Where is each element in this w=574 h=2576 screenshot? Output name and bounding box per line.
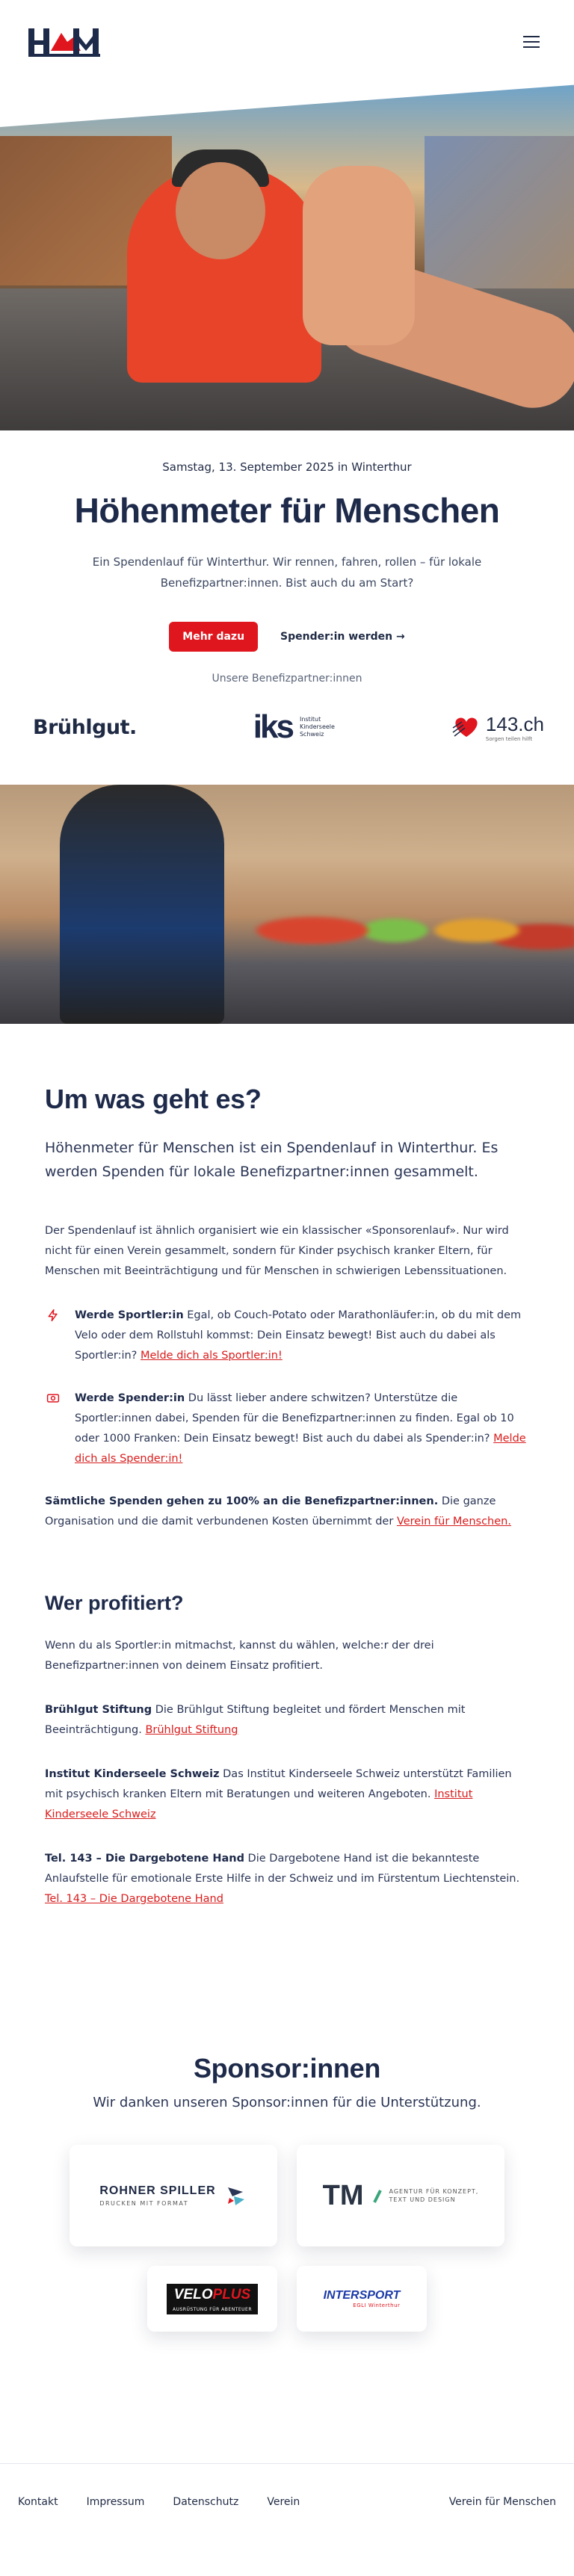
beneficiaries-title: Wer profitiert? [45, 1592, 184, 1614]
sponsor-card-tm[interactable]: TM AGENTUR FÜR KONZEPT, TEXT UND DESIGN [297, 2145, 504, 2246]
partner-logos: Brühlgut. iks Institut Kinderseele Schwe… [0, 701, 574, 753]
rohner-spiller-tagline: DRUCKEN MIT FORMAT [99, 2200, 189, 2207]
footer-link-verein[interactable]: Verein [267, 2496, 300, 2508]
main-content: Um was geht es? Höhenmeter für Menschen … [0, 1024, 574, 1909]
hamburger-menu-icon[interactable] [523, 36, 540, 48]
tel143-number: 143.ch [485, 712, 544, 735]
site-logo[interactable] [28, 25, 100, 58]
footer-link-impressum[interactable]: Impressum [87, 2496, 145, 2508]
beneficiary-item: Institut Kinderseele Schweiz Das Institu… [45, 1768, 512, 1820]
veloplus-logo: VELOPLUS [166, 2283, 258, 2306]
footer-organization-link[interactable]: Verein für Menschen [449, 2496, 556, 2508]
hero-section: Samstag, 13. September 2025 in Winterthu… [0, 430, 574, 685]
money-icon [46, 1394, 60, 1403]
donation-note: Sämtliche Spenden gehen zu 100% an die B… [45, 1495, 511, 1528]
tel143-logo[interactable]: 143.ch Sorgen teilen hilft [451, 713, 544, 742]
tel143-tagline: Sorgen teilen hilft [485, 735, 533, 742]
sponsor-card-veloplus[interactable]: VELOPLUS AUSRÜSTUNG FÜR ABENTEUER [147, 2266, 277, 2332]
about-text: Der Spendenlauf ist ähnlich organisiert … [45, 1225, 509, 1277]
partners-label: Unsere Benefizpartner:innen [212, 673, 362, 685]
sponsor-card-rohner-spiller[interactable]: ROHNER SPILLER DRUCKEN MIT FORMAT [70, 2145, 277, 2246]
feature-donor-text: Werde Spender:in Du lässt lieber andere … [75, 1392, 526, 1465]
association-link[interactable]: Verein für Menschen. [397, 1516, 511, 1528]
beneficiary-item: Brühlgut Stiftung Die Brühlgut Stiftung … [45, 1704, 466, 1736]
cta-row: Mehr dazu Spender:in werden → [30, 622, 544, 652]
about-intro: Höhenmeter für Menschen ist ein Spendenl… [45, 1140, 499, 1180]
tm-accent-icon [372, 2190, 382, 2203]
iks-logo-text: Institut Kinderseele Schweiz [299, 716, 335, 738]
page-title: Höhenmeter für Menschen [74, 491, 500, 530]
iks-logo[interactable]: iks Institut Kinderseele Schweiz [253, 708, 335, 746]
iks-logo-mark: iks [253, 708, 294, 745]
sponsors-title: Sponsor:innen [193, 2053, 381, 2084]
cyclists-image [0, 785, 574, 1024]
athlete-signup-link[interactable]: Melde dich als Sportler:in! [141, 1350, 283, 1362]
feature-athlete: Werde Sportler:in Egal, ob Couch-Potato … [45, 1306, 529, 1366]
rohner-spiller-mark-icon [227, 2187, 244, 2205]
veloplus-tagline: AUSRÜSTUNG FÜR ABENTEUER [166, 2305, 258, 2314]
hero-lead: Ein Spendenlauf für Winterthur. Wir renn… [92, 555, 482, 590]
beneficiary-item: Tel. 143 – Die Dargebotene Hand Die Darg… [45, 1853, 520, 1905]
site-header [0, 0, 574, 84]
footer-link-kontakt[interactable]: Kontakt [18, 2496, 58, 2508]
sponsor-row: ROHNER SPILLER DRUCKEN MIT FORMAT TM AGE… [30, 2145, 544, 2246]
bruehlgut-logo[interactable]: Brühlgut. [33, 716, 137, 739]
feature-donor: Werde Spender:in Du lässt lieber andere … [45, 1389, 529, 1469]
beneficiaries-intro: Wenn du als Sportler:in mitmachst, kanns… [45, 1640, 434, 1672]
hero-image [0, 84, 574, 430]
intersport-tagline: EGLI Winterthur [353, 2302, 401, 2308]
sponsor-row: VELOPLUS AUSRÜSTUNG FÜR ABENTEUER INTERS… [30, 2266, 544, 2332]
intersport-logo: INTERSPORT [323, 2289, 401, 2302]
heart-icon [452, 717, 478, 737]
tel143-link[interactable]: Tel. 143 – Die Dargebotene Hand [45, 1893, 223, 1905]
event-date: Samstag, 13. September 2025 in Winterthu… [162, 460, 412, 474]
become-donor-link[interactable]: Spender:in werden → [280, 631, 405, 643]
about-title: Um was geht es? [45, 1084, 262, 1114]
tm-logo-mark: TM [322, 2179, 364, 2211]
feature-athlete-text: Werde Sportler:in Egal, ob Couch-Potato … [75, 1309, 522, 1362]
rohner-spiller-name: ROHNER SPILLER [99, 2184, 216, 2197]
footer-link-datenschutz[interactable]: Datenschutz [173, 2496, 238, 2508]
site-footer: Kontakt Impressum Datenschutz Verein Ver… [0, 2463, 574, 2540]
sponsor-card-intersport[interactable]: INTERSPORT EGLI Winterthur [297, 2266, 427, 2332]
footer-nav: Kontakt Impressum Datenschutz Verein [18, 2496, 300, 2508]
sponsors-section: Sponsor:innen Wir danken unseren Sponsor… [0, 1933, 574, 2463]
bruehlgut-link[interactable]: Brühlgut Stiftung [145, 1724, 238, 1736]
more-info-button[interactable]: Mehr dazu [169, 622, 259, 652]
lightning-icon [48, 1309, 58, 1322]
tm-logo-text: AGENTUR FÜR KONZEPT, TEXT UND DESIGN [389, 2188, 479, 2203]
sponsors-lead: Wir danken unseren Sponsor:innen für die… [93, 2095, 481, 2110]
